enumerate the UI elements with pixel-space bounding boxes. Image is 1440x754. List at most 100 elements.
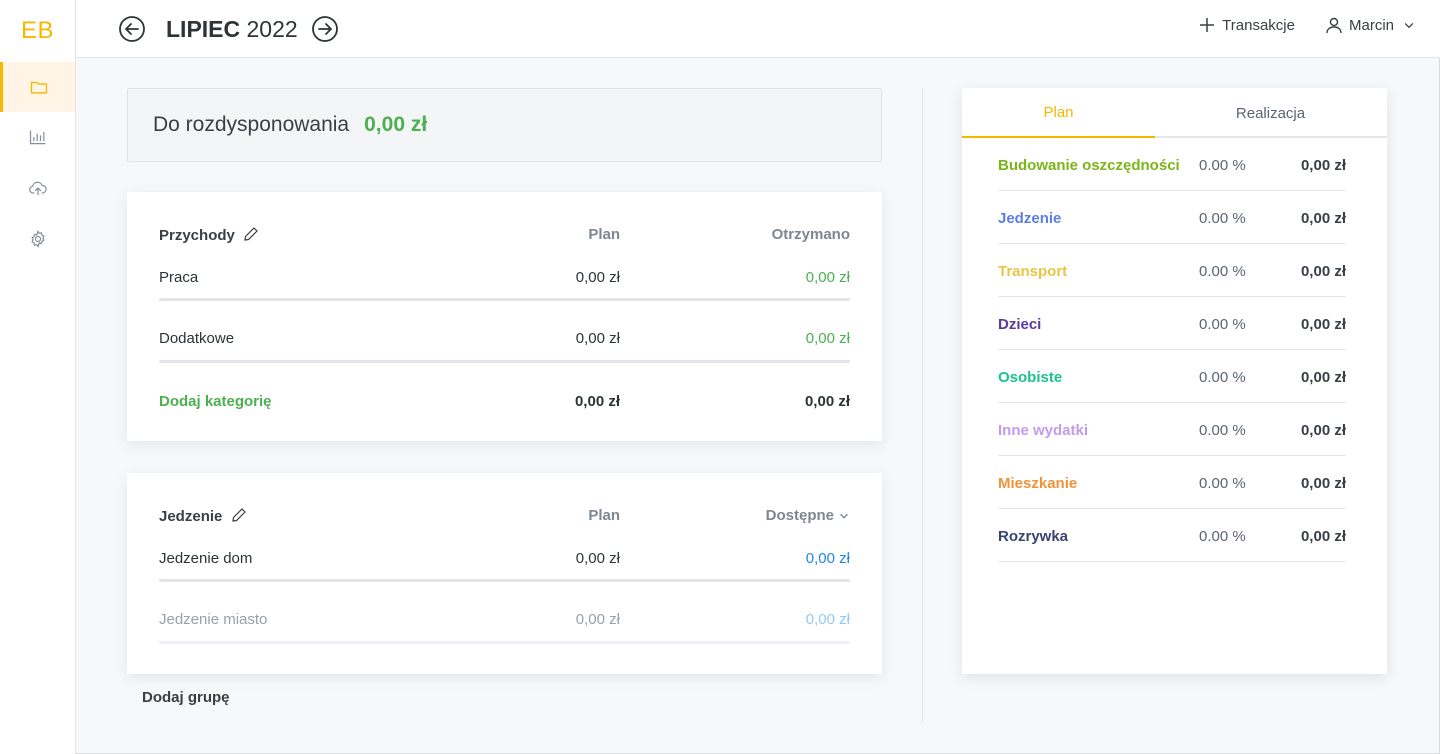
pencil-icon xyxy=(244,227,258,241)
sidebar-item-settings[interactable] xyxy=(0,214,75,264)
plan-group-name: Jedzenie xyxy=(998,210,1062,227)
plan-group-percent: 0.00 % xyxy=(1199,369,1246,386)
col-available-dropdown[interactable]: Dostępne xyxy=(766,507,850,524)
summary-panel: Plan Realizacja Budowanie oszczędności 0.… xyxy=(962,88,1387,674)
category-received: 0,00 zł xyxy=(805,330,850,347)
col-plan-header: Plan xyxy=(588,226,620,243)
total-plan: 0,00 zł xyxy=(574,393,620,410)
category-plan[interactable]: 0,00 zł xyxy=(576,611,620,628)
plan-group-value: 0,00 zł xyxy=(1300,316,1346,333)
add-transaction-button[interactable]: Transakcje xyxy=(1198,16,1295,34)
user-name: Marcin xyxy=(1348,16,1394,34)
add-category-link[interactable]: Dodaj kategorię xyxy=(159,393,272,410)
app-logo[interactable]: EB xyxy=(0,0,75,62)
month-name: LIPIEC xyxy=(166,16,241,42)
arrow-right-circle-icon xyxy=(312,16,338,42)
category-available: 0,00 zł xyxy=(805,550,850,567)
plan-group-row[interactable]: Rozrywka 0.00 % 0,00 zł xyxy=(998,509,1346,562)
header-actions: Transakcje Marcin xyxy=(1198,16,1416,34)
category-received: 0,00 zł xyxy=(805,269,850,286)
col-available-label: Dostępne xyxy=(765,507,834,524)
tab-plan[interactable]: Plan xyxy=(962,88,1155,138)
plan-group-percent: 0.00 % xyxy=(1199,157,1246,174)
category-row[interactable]: Jedzenie miasto 0,00 zł 0,00 zł xyxy=(159,611,850,631)
month-title: LIPIEC 2022 xyxy=(166,14,298,44)
progress-bar xyxy=(159,360,850,363)
sidebar-item-stats[interactable] xyxy=(0,112,75,162)
group-title-text: Jedzenie xyxy=(159,508,223,525)
plan-group-value: 0,00 zł xyxy=(1300,422,1346,439)
plan-group-row[interactable]: Transport 0.00 % 0,00 zł xyxy=(998,244,1346,297)
category-available: 0,00 zł xyxy=(805,611,850,628)
gear-icon xyxy=(30,230,45,248)
plan-group-value: 0,00 zł xyxy=(1300,475,1346,492)
category-row[interactable]: Jedzenie dom 0,00 zł 0,00 zł xyxy=(159,550,850,570)
plan-group-name: Budowanie oszczędności xyxy=(998,157,1180,174)
plan-group-row[interactable]: Dzieci 0.00 % 0,00 zł xyxy=(998,297,1346,350)
plan-group-percent: 0.00 % xyxy=(1199,475,1246,492)
sidebar-item-import[interactable] xyxy=(0,163,75,213)
category-row[interactable]: Praca 0,00 zł 0,00 zł xyxy=(159,269,850,289)
bar-chart-icon xyxy=(29,130,45,145)
plan-group-value: 0,00 zł xyxy=(1300,528,1346,545)
folder-icon xyxy=(30,81,48,94)
plan-group-percent: 0.00 % xyxy=(1199,528,1246,545)
progress-bar xyxy=(159,641,850,644)
category-plan[interactable]: 0,00 zł xyxy=(576,550,620,567)
chevron-down-icon xyxy=(1404,23,1414,29)
edit-group-button[interactable] xyxy=(231,507,247,527)
plan-group-name: Transport xyxy=(998,263,1068,280)
top-header: LIPIEC 2022 Transakcje Marcin xyxy=(76,0,1440,58)
category-name: Praca xyxy=(159,269,199,286)
category-plan[interactable]: 0,00 zł xyxy=(576,269,620,286)
plan-group-percent: 0.00 % xyxy=(1199,263,1246,280)
income-group-card: Przychody Plan Otrzymano Praca 0,00 zł 0… xyxy=(127,192,882,441)
plus-icon xyxy=(1200,18,1215,32)
category-name: Dodatkowe xyxy=(159,330,235,347)
summary-label: Do rozdysponowania xyxy=(153,113,350,136)
total-received: 0,00 zł xyxy=(804,393,850,410)
add-group-button[interactable]: Dodaj grupę xyxy=(142,689,230,706)
group-title-text: Przychody xyxy=(159,227,235,244)
tab-realization[interactable]: Realizacja xyxy=(1174,88,1367,138)
edit-group-button[interactable] xyxy=(243,226,259,246)
plan-group-value: 0,00 zł xyxy=(1300,369,1346,386)
next-month-button[interactable] xyxy=(311,15,339,43)
plan-group-row[interactable]: Budowanie oszczędności 0.00 % 0,00 zł xyxy=(998,138,1346,191)
plan-group-name: Dzieci xyxy=(998,316,1042,333)
prev-month-button[interactable] xyxy=(118,15,146,43)
plan-group-value: 0,00 zł xyxy=(1300,263,1346,280)
plan-group-name: Osobiste xyxy=(998,369,1063,386)
category-name: Jedzenie dom xyxy=(159,550,253,567)
plan-group-name: Rozrywka xyxy=(998,528,1069,545)
plan-group-row[interactable]: Jedzenie 0.00 % 0,00 zł xyxy=(998,191,1346,244)
plan-group-value: 0,00 zł xyxy=(1300,157,1346,174)
pencil-icon xyxy=(231,508,246,522)
unallocated-summary: Do rozdysponowania 0,00 zł xyxy=(127,88,882,162)
sidebar: EB xyxy=(0,0,76,754)
year: 2022 xyxy=(246,16,298,42)
summary-value: 0,00 zł xyxy=(364,113,428,136)
user-menu[interactable]: Marcin xyxy=(1325,16,1416,34)
plan-group-name: Mieszkanie xyxy=(998,475,1078,492)
category-plan[interactable]: 0,00 zł xyxy=(576,330,620,347)
group-title: Jedzenie xyxy=(159,507,247,527)
plan-group-percent: 0.00 % xyxy=(1199,316,1246,333)
food-group-header: Jedzenie Plan Dostępne xyxy=(159,507,850,527)
vertical-separator xyxy=(922,88,923,722)
arrow-left-circle-icon xyxy=(119,16,145,42)
income-group-header: Przychody Plan Otrzymano xyxy=(159,226,850,246)
plan-group-row[interactable]: Inne wydatki 0.00 % 0,00 zł xyxy=(998,403,1346,456)
plan-group-row[interactable]: Osobiste 0.00 % 0,00 zł xyxy=(998,350,1346,403)
group-total-row: Dodaj kategorię 0,00 zł 0,00 zł xyxy=(159,393,850,413)
category-row[interactable]: Dodatkowe 0,00 zł 0,00 zł xyxy=(159,330,850,350)
col-received-header: Otrzymano xyxy=(771,226,850,243)
sidebar-item-budget[interactable] xyxy=(0,62,75,112)
plan-group-value: 0,00 zł xyxy=(1300,210,1346,227)
plan-group-row[interactable]: Mieszkanie 0.00 % 0,00 zł xyxy=(998,456,1346,509)
progress-bar xyxy=(159,298,850,301)
plan-group-name: Inne wydatki xyxy=(998,422,1089,439)
food-group-card: Jedzenie Plan Dostępne Jedzenie dom 0,00… xyxy=(127,473,882,674)
user-icon xyxy=(1326,17,1342,34)
group-title: Przychody xyxy=(159,226,259,246)
